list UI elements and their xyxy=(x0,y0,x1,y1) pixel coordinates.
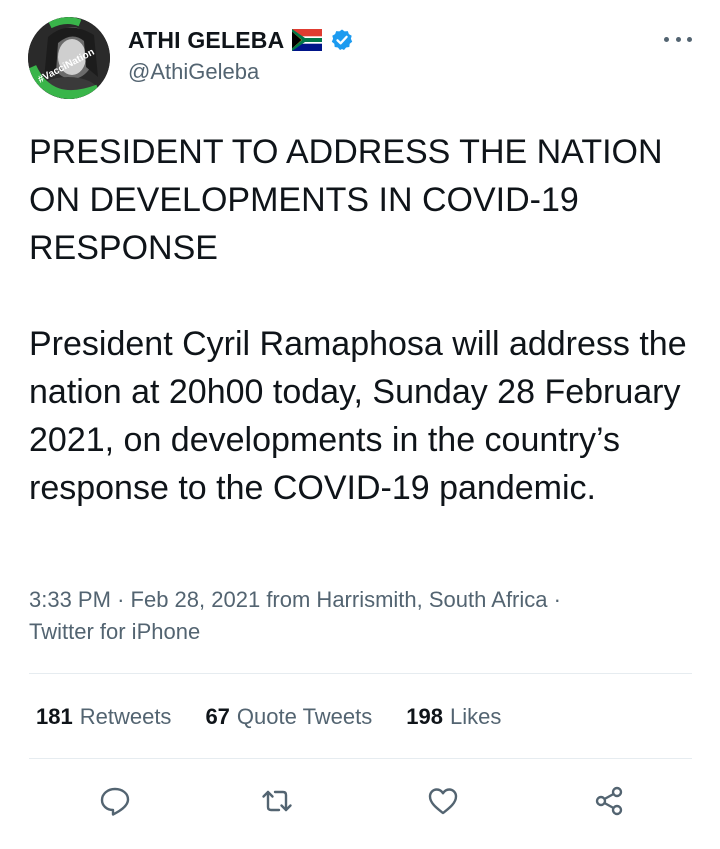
retweets-stat[interactable]: 181 Retweets xyxy=(36,704,171,730)
tweet-source[interactable]: Twitter for iPhone xyxy=(29,619,200,644)
reply-button[interactable] xyxy=(92,778,138,824)
like-button[interactable] xyxy=(420,778,466,824)
author-name-row[interactable]: ATHI GELEBA xyxy=(128,26,354,54)
south-africa-flag-icon xyxy=(292,29,323,51)
divider xyxy=(29,758,692,759)
likes-label: Likes xyxy=(449,704,502,729)
action-bar xyxy=(0,778,720,824)
retweet-icon xyxy=(262,790,292,812)
retweet-button[interactable] xyxy=(254,778,300,824)
author-handle[interactable]: @AthiGeleba xyxy=(128,59,259,85)
quote-tweets-label: Quote Tweets xyxy=(236,704,373,729)
reply-icon xyxy=(100,787,130,816)
more-icon[interactable] xyxy=(664,30,692,48)
tweet-body: President Cyril Ramaphosa will address t… xyxy=(29,325,687,507)
divider xyxy=(29,673,692,674)
retweets-count: 181 xyxy=(36,704,73,729)
like-icon xyxy=(428,788,458,815)
meta-separator: · xyxy=(117,587,125,612)
tweet-headline: PRESIDENT TO ADDRESS THE NATION ON DEVEL… xyxy=(29,133,663,267)
tweet-text: PRESIDENT TO ADDRESS THE NATION ON DEVEL… xyxy=(29,128,699,512)
tweet-date[interactable]: Feb 28, 2021 xyxy=(131,587,261,612)
quote-tweets-count: 67 xyxy=(205,704,230,729)
tweet-time[interactable]: 3:33 PM xyxy=(29,587,111,612)
meta-separator: · xyxy=(553,587,561,612)
verified-icon xyxy=(332,29,353,50)
tweet-meta: 3:33 PM · Feb 28, 2021 from Harrismith, … xyxy=(29,584,589,648)
avatar[interactable]: #VacciNation xyxy=(28,17,110,99)
avatar-image: #VacciNation xyxy=(28,17,110,99)
share-button[interactable] xyxy=(586,778,632,824)
quote-tweets-stat[interactable]: 67 Quote Tweets xyxy=(205,704,372,730)
share-icon xyxy=(595,786,623,816)
likes-count: 198 xyxy=(406,704,443,729)
tweet-location[interactable]: from Harrismith, South Africa xyxy=(266,587,547,612)
tweet-stats: 181 Retweets 67 Quote Tweets 198 Likes xyxy=(36,700,535,734)
display-name[interactable]: ATHI GELEBA xyxy=(128,27,284,54)
likes-stat[interactable]: 198 Likes xyxy=(406,704,501,730)
retweets-label: Retweets xyxy=(79,704,172,729)
